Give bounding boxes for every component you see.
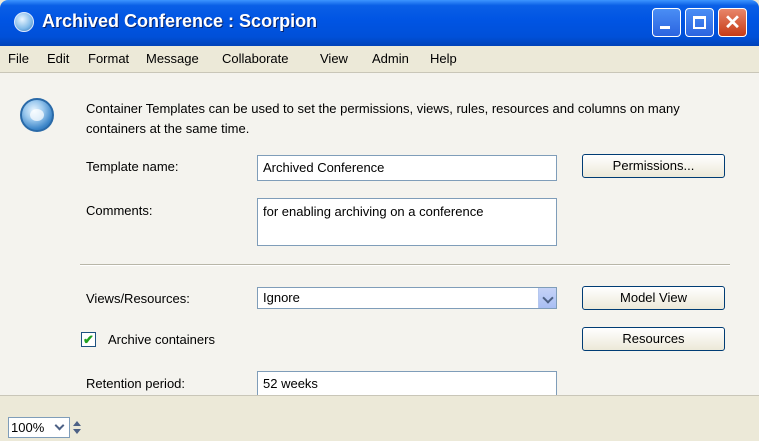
permissions-button[interactable]: Permissions... (582, 154, 725, 178)
close-button[interactable]: ✕ (718, 8, 747, 37)
spinner-up-icon[interactable] (73, 421, 81, 426)
zoom-value: 100% (11, 420, 45, 435)
section-divider (80, 264, 730, 266)
comments-label: Comments: (86, 203, 153, 218)
menu-help[interactable]: Help (430, 51, 457, 66)
spinner-arrows-icon[interactable] (70, 417, 84, 438)
chevron-down-icon[interactable] (538, 288, 556, 308)
checkmark-icon: ✔ (83, 332, 94, 347)
retention-period-input[interactable]: 52 weeks (257, 371, 557, 397)
menu-edit[interactable]: Edit (47, 51, 69, 66)
status-bar (0, 395, 759, 441)
menu-format[interactable]: Format (88, 51, 129, 66)
menu-bar: File Edit Format Message Collaborate Vie… (0, 46, 759, 73)
template-description: Container Templates can be used to set t… (86, 101, 680, 136)
retention-period-label: Retention period: (86, 376, 186, 391)
archive-containers-checkbox[interactable]: ✔ (81, 332, 96, 347)
model-view-button[interactable]: Model View (582, 286, 725, 310)
views-resources-select[interactable]: Ignore (257, 287, 557, 309)
chevron-down-icon[interactable] (53, 418, 68, 437)
close-icon: ✕ (724, 11, 741, 34)
menu-message[interactable]: Message (146, 51, 199, 66)
menu-view[interactable]: View (320, 51, 348, 66)
resources-button[interactable]: Resources (582, 327, 725, 351)
views-resources-label: Views/Resources: (86, 291, 190, 306)
archive-containers-label[interactable]: Archive containers (108, 332, 215, 347)
minimize-button[interactable] (652, 8, 681, 37)
maximize-button[interactable] (685, 8, 714, 37)
menu-admin[interactable]: Admin (372, 51, 409, 66)
minimize-icon (660, 26, 670, 29)
maximize-icon (693, 16, 706, 29)
globe-icon[interactable] (14, 12, 34, 32)
template-name-label: Template name: (86, 159, 179, 174)
title-bar[interactable]: Archived Conference : Scorpion ✕ (0, 0, 759, 46)
menu-file[interactable]: File (8, 51, 29, 66)
menu-collaborate[interactable]: Collaborate (222, 51, 289, 66)
comments-textarea[interactable]: for enabling archiving on a conference (257, 198, 557, 246)
globe-icon (20, 98, 54, 132)
template-name-input[interactable]: Archived Conference (257, 155, 557, 181)
window-title: Archived Conference : Scorpion (42, 11, 318, 31)
spinner-down-icon[interactable] (73, 429, 81, 434)
